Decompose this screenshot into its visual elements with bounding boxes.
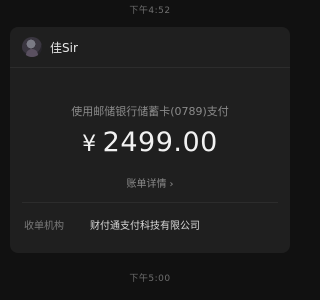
acquirer-label: 收单机构 [24, 221, 64, 232]
payment-method-text: 使用邮储银行储蓄卡(0789)支付 [71, 105, 229, 118]
message-timestamp-top: 下午4:52 [129, 6, 171, 16]
divider [22, 202, 278, 203]
card-header: 佳Sir [10, 27, 290, 68]
payment-notification-card[interactable]: 佳Sir 使用邮储银行储蓄卡(0789)支付 ¥2499.00 账单详情 › 收单… [10, 27, 290, 253]
avatar[interactable] [22, 37, 42, 57]
message-timestamp-bottom: 下午5:00 [129, 274, 171, 284]
amount-value: 2499.00 [102, 127, 218, 158]
currency-symbol: ¥ [82, 132, 97, 157]
payment-amount: ¥2499.00 [10, 127, 290, 158]
bill-details-link[interactable]: 账单详情 › [10, 175, 290, 190]
acquirer-info-row: 收单机构 财付通支付科技有限公司 [10, 215, 290, 235]
chevron-right-icon: › [169, 179, 174, 190]
acquirer-value: 财付通支付科技有限公司 [90, 221, 200, 232]
sender-name: 佳Sir [50, 41, 78, 55]
bill-details-label: 账单详情 [126, 179, 167, 190]
